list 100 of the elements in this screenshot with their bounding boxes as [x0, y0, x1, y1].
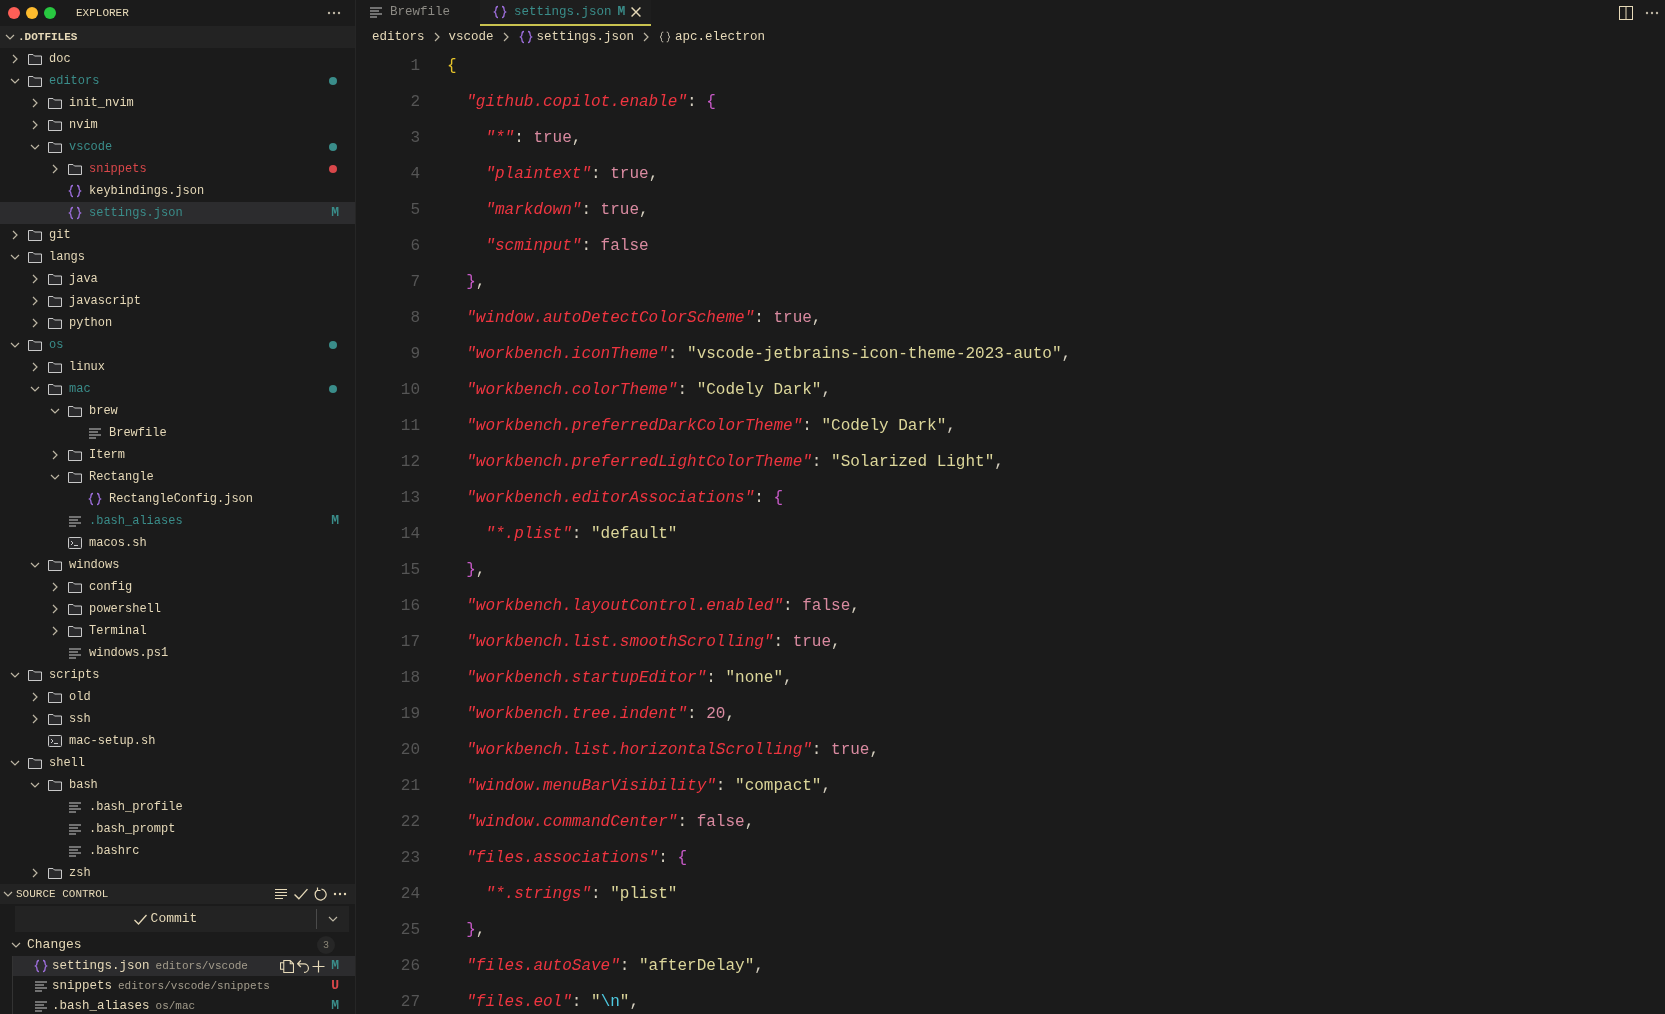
code-token: "Codely Dark" [696, 381, 822, 399]
code-token: : [591, 165, 602, 183]
tree-item[interactable]: brew [0, 400, 355, 422]
tree-item[interactable]: windows [0, 554, 355, 576]
tree-item[interactable]: .bash_profile [0, 796, 355, 818]
code-token: "workbench.list.smoothScrolling" [466, 633, 774, 651]
code-token: , [811, 309, 822, 327]
tree-item[interactable]: Rectangle [0, 466, 355, 488]
more-icon[interactable] [1645, 11, 1659, 15]
code-token: "vscode-jetbrains-icon-theme-2023-auto" [687, 345, 1062, 363]
change-item[interactable]: snippets editors/vscode/snippets U [12, 976, 355, 996]
chevron-down-icon [30, 142, 40, 152]
tree-item[interactable]: .bash_prompt [0, 818, 355, 840]
close-window-button[interactable] [8, 7, 20, 19]
code-token: , [869, 741, 880, 759]
line-number: 7 [409, 272, 420, 293]
tree-item[interactable]: shell [0, 752, 355, 774]
tree-item[interactable]: Iterm [0, 444, 355, 466]
folder-icon [47, 359, 63, 375]
tree-item[interactable]: javascript [0, 290, 355, 312]
code-token: : [514, 129, 525, 147]
tree-item[interactable]: zsh [0, 862, 355, 884]
tree-item[interactable]: keybindings.json [0, 180, 355, 202]
folder-icon [27, 755, 43, 771]
lines-icon [33, 978, 49, 994]
breadcrumb-item[interactable]: settings.json [517, 27, 635, 47]
code-token: : [667, 345, 679, 363]
tree-item[interactable]: ssh [0, 708, 355, 730]
plus-icon[interactable] [312, 959, 326, 973]
changes-header[interactable]: Changes 3 [0, 934, 355, 956]
tree-item[interactable]: old [0, 686, 355, 708]
tree-item[interactable]: settings.json M [0, 202, 355, 224]
breadcrumb-item[interactable]: apc.electron [658, 27, 766, 47]
code-token: , [725, 705, 736, 723]
tree-item[interactable]: Brewfile [0, 422, 355, 444]
code-token: 20 [706, 705, 726, 723]
code-token: : [783, 597, 794, 615]
tree-item[interactable]: snippets [0, 158, 355, 180]
minimize-window-button[interactable] [26, 7, 38, 19]
folder-icon [47, 293, 63, 309]
tree-item[interactable]: mac [0, 378, 355, 400]
tree-item[interactable]: git [0, 224, 355, 246]
commit-button[interactable]: Commit [15, 906, 349, 932]
code-token: , [475, 921, 486, 939]
code-token: : [811, 453, 823, 471]
line-number: 25 [399, 920, 420, 941]
tree-item[interactable]: init_nvim [0, 92, 355, 114]
tree-item[interactable]: .bashrc [0, 840, 355, 862]
tree-item[interactable]: python [0, 312, 355, 334]
change-item[interactable]: settings.json editors/vscode M [12, 956, 355, 976]
tree-item[interactable]: mac-setup.sh [0, 730, 355, 752]
code-token: { [677, 849, 688, 867]
workspace-header[interactable]: .DOTFILES [0, 26, 355, 48]
tree-item[interactable]: macos.sh [0, 532, 355, 554]
check-icon[interactable] [294, 888, 308, 900]
tree-item[interactable]: linux [0, 356, 355, 378]
folder-icon [47, 139, 63, 155]
refresh-icon[interactable] [314, 887, 327, 901]
change-item[interactable]: .bash_aliases os/mac M [12, 996, 355, 1014]
tree-item[interactable]: Terminal [0, 620, 355, 642]
code-token: true [610, 165, 649, 183]
code-token: , [639, 201, 649, 219]
tree-item[interactable]: langs [0, 246, 355, 268]
chevron-right-icon [10, 54, 20, 64]
tree-item[interactable]: powershell [0, 598, 355, 620]
list-icon[interactable] [274, 888, 288, 900]
tree-item[interactable]: java [0, 268, 355, 290]
tree-item[interactable]: bash [0, 774, 355, 796]
maximize-window-button[interactable] [44, 7, 56, 19]
line-number: 3 [409, 128, 420, 149]
tree-item[interactable]: os [0, 334, 355, 356]
code-token: "markdown" [485, 201, 582, 219]
chevron-right-icon [30, 362, 40, 372]
tree-item[interactable]: editors [0, 70, 355, 92]
code-token: "workbench.layoutControl.enabled" [466, 597, 784, 615]
file-icon[interactable] [280, 959, 295, 973]
more-icon[interactable] [333, 892, 347, 896]
braces-icon [33, 958, 49, 974]
chevron-right-icon [50, 582, 60, 592]
breadcrumb-item[interactable]: vscode [448, 27, 494, 47]
breadcrumb-item[interactable]: editors [372, 27, 425, 47]
undo-icon[interactable] [297, 959, 310, 973]
tree-item[interactable]: config [0, 576, 355, 598]
tree-item[interactable]: windows.ps1 [0, 642, 355, 664]
folder-icon [47, 865, 63, 881]
line-number: 24 [399, 884, 420, 905]
tree-item[interactable]: doc [0, 48, 355, 70]
line-number: 20 [399, 740, 420, 761]
chevron-down-icon [50, 472, 60, 482]
code-token: , [1061, 345, 1072, 363]
more-icon[interactable] [327, 11, 341, 15]
code-token: : [581, 201, 592, 219]
chevron-right-icon [30, 868, 40, 878]
tree-item[interactable]: RectangleConfig.json [0, 488, 355, 510]
tree-item[interactable]: vscode [0, 136, 355, 158]
split-editor-icon[interactable] [1619, 6, 1633, 20]
tree-item[interactable]: scripts [0, 664, 355, 686]
tree-item[interactable]: nvim [0, 114, 355, 136]
close-icon[interactable] [631, 7, 642, 17]
tree-item[interactable]: .bash_aliases M [0, 510, 355, 532]
